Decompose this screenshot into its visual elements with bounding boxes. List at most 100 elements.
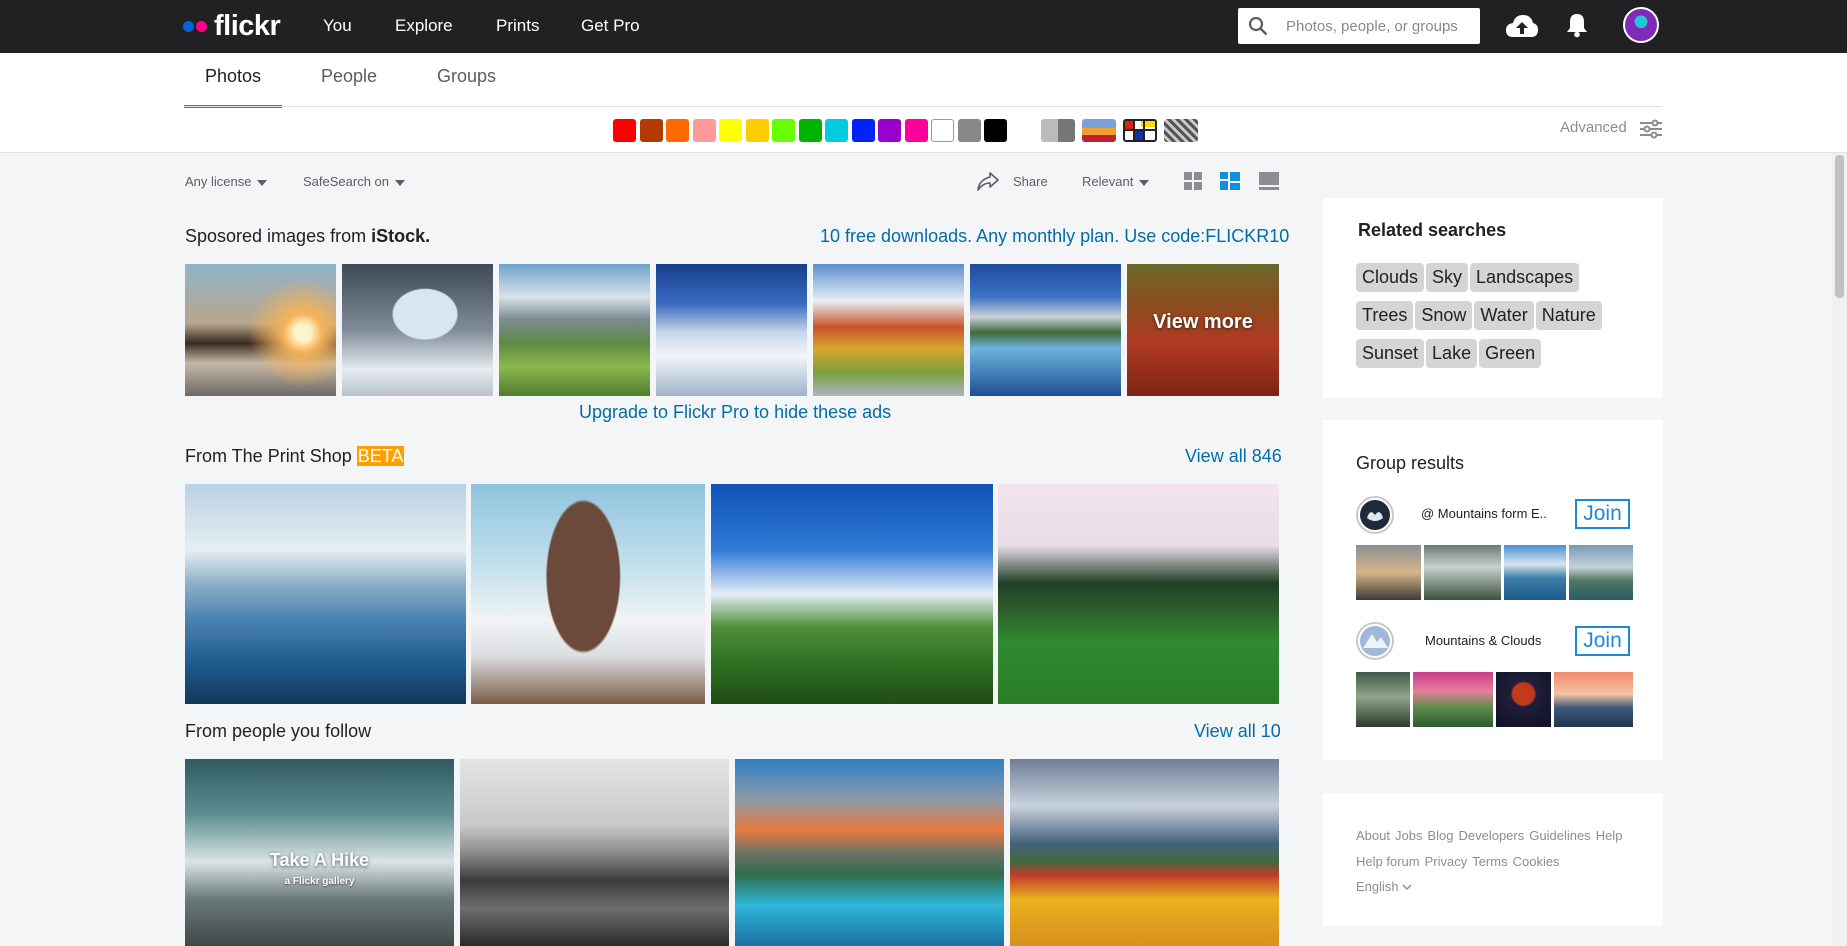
view-more-tile[interactable]: View more [1127, 264, 1279, 396]
print-shop-image[interactable] [471, 484, 705, 704]
license-dropdown[interactable]: Any license [185, 174, 268, 189]
related-chip-nature[interactable]: Nature [1535, 301, 1602, 330]
related-chip-snow[interactable]: Snow [1415, 301, 1473, 330]
color-filter-swatch[interactable] [613, 119, 636, 142]
detail-view-icon[interactable] [1259, 172, 1279, 195]
search-input[interactable] [1286, 15, 1471, 37]
related-chip-sunset[interactable]: Sunset [1356, 339, 1425, 368]
group-photo[interactable] [1504, 545, 1566, 600]
advanced-search-link[interactable]: Advanced [1560, 119, 1627, 136]
group-photo[interactable] [1496, 672, 1551, 727]
join-group-button[interactable]: Join [1575, 499, 1630, 529]
footer-help-forum-link[interactable]: Help forum [1356, 854, 1420, 869]
footer-cookies-link[interactable]: Cookies [1513, 854, 1560, 869]
upload-cloud-icon[interactable] [1505, 13, 1539, 44]
gallery-tile[interactable]: Take A Hike a Flickr gallery [185, 759, 454, 946]
color-filter-swatch[interactable] [825, 119, 848, 142]
nav-you-link[interactable]: You [323, 16, 352, 36]
color-filter-swatch[interactable] [878, 119, 901, 142]
tab-photos[interactable]: Photos [184, 66, 282, 108]
black-and-white-filter[interactable] [1041, 119, 1075, 142]
group-photo[interactable] [1356, 545, 1421, 600]
group-photo[interactable] [1569, 545, 1633, 600]
sponsored-image[interactable] [185, 264, 336, 396]
color-filter-swatch[interactable] [904, 119, 928, 142]
group-avatar[interactable] [1356, 496, 1394, 534]
istock-promo-link[interactable]: 10 free downloads. Any monthly plan. Use… [820, 226, 1289, 247]
related-chip-landscapes[interactable]: Landscapes [1470, 263, 1580, 292]
footer-about-link[interactable]: About [1356, 828, 1390, 843]
join-group-button[interactable]: Join [1575, 626, 1630, 656]
notifications-bell-icon[interactable] [1565, 12, 1589, 43]
chevron-down-icon [1139, 179, 1150, 186]
group-avatar[interactable] [1356, 622, 1394, 660]
upgrade-pro-link[interactable]: Upgrade to Flickr Pro to hide these ads [579, 402, 891, 423]
justified-view-icon[interactable] [1220, 172, 1240, 195]
shallow-depth-filter[interactable] [1082, 119, 1116, 142]
footer-terms-link[interactable]: Terms [1472, 854, 1507, 869]
color-filter-swatch[interactable] [772, 119, 795, 142]
user-avatar[interactable] [1623, 7, 1659, 43]
sponsored-image[interactable] [970, 264, 1121, 396]
tab-groups[interactable]: Groups [437, 66, 496, 105]
related-chip-green[interactable]: Green [1479, 339, 1542, 368]
print-shop-image[interactable] [711, 484, 993, 704]
group-photo[interactable] [1424, 545, 1501, 600]
group-name-link[interactable]: @ Mountains form E.. [1421, 506, 1547, 521]
sort-dropdown[interactable]: Relevant [1082, 174, 1150, 189]
print-shop-image[interactable] [998, 484, 1279, 704]
nav-explore-link[interactable]: Explore [395, 16, 453, 36]
followed-photo[interactable] [735, 759, 1004, 946]
print-shop-image[interactable] [185, 484, 466, 704]
footer-privacy-link[interactable]: Privacy [1425, 854, 1468, 869]
sponsored-image[interactable] [499, 264, 650, 396]
print-shop-view-all-link[interactable]: View all 846 [1185, 446, 1282, 467]
sponsored-image[interactable] [342, 264, 493, 396]
sponsored-image[interactable] [656, 264, 807, 396]
related-chip-trees[interactable]: Trees [1356, 301, 1414, 330]
flickr-logo[interactable]: flickr [183, 12, 281, 41]
share-arrow-icon[interactable] [977, 172, 999, 196]
related-chip-clouds[interactable]: Clouds [1356, 263, 1425, 292]
color-filter-swatch[interactable] [931, 119, 954, 142]
related-chip-water[interactable]: Water [1474, 301, 1534, 330]
minimalist-filter[interactable] [1123, 119, 1157, 142]
color-filter-swatch[interactable] [851, 119, 875, 142]
color-filter-swatch[interactable] [984, 119, 1007, 142]
language-selector[interactable]: English [1356, 879, 1412, 894]
patterns-filter[interactable] [1164, 119, 1198, 142]
related-chip-sky[interactable]: Sky [1426, 263, 1469, 292]
footer-blog-link[interactable]: Blog [1427, 828, 1453, 843]
page-scrollbar[interactable] [1832, 153, 1847, 946]
group-photo[interactable] [1356, 672, 1410, 727]
advanced-filters-sliders-icon[interactable] [1640, 119, 1662, 144]
footer-help-link[interactable]: Help [1596, 828, 1623, 843]
following-view-all-link[interactable]: View all 10 [1194, 721, 1281, 742]
color-filter-swatch[interactable] [639, 119, 663, 142]
color-filter-swatch[interactable] [666, 119, 689, 142]
sort-dropdown-label: Relevant [1082, 174, 1134, 189]
followed-photo[interactable] [460, 759, 729, 946]
color-filter-swatch[interactable] [745, 119, 769, 142]
footer-jobs-link[interactable]: Jobs [1395, 828, 1422, 843]
nav-prints-link[interactable]: Prints [496, 16, 539, 36]
safesearch-dropdown[interactable]: SafeSearch on [303, 174, 406, 189]
footer-developers-link[interactable]: Developers [1458, 828, 1524, 843]
color-filter-swatch[interactable] [719, 119, 742, 142]
followed-photo[interactable] [1010, 759, 1279, 946]
group-photo[interactable] [1413, 672, 1493, 727]
footer-guidelines-link[interactable]: Guidelines [1529, 828, 1590, 843]
color-filter-swatch[interactable] [957, 119, 981, 142]
color-filter-swatch[interactable] [692, 119, 716, 142]
scrollbar-thumb[interactable] [1835, 155, 1844, 298]
related-chip-lake[interactable]: Lake [1426, 339, 1478, 368]
nav-get-pro-link[interactable]: Get Pro [581, 16, 640, 36]
share-button[interactable]: Share [1013, 174, 1048, 189]
tab-people[interactable]: People [321, 66, 377, 105]
search-icon[interactable] [1248, 16, 1268, 41]
sponsored-image[interactable] [813, 264, 964, 396]
group-photo[interactable] [1554, 672, 1633, 727]
group-name-link[interactable]: Mountains & Clouds [1425, 633, 1541, 648]
grid-view-icon[interactable] [1184, 172, 1202, 195]
color-filter-swatch[interactable] [798, 119, 822, 142]
